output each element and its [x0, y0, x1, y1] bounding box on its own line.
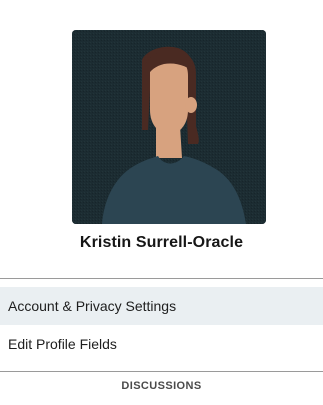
menu-item-edit-profile-fields[interactable]: Edit Profile Fields	[0, 325, 323, 363]
menu-item-account-privacy-settings[interactable]: Account & Privacy Settings	[0, 287, 323, 325]
section-header-discussions: DISCUSSIONS	[121, 380, 202, 392]
profile-menu: Account & Privacy Settings Edit Profile …	[0, 287, 323, 363]
divider	[0, 278, 323, 279]
divider	[0, 371, 323, 372]
profile-panel: Kristin Surrell-Oracle Account & Privacy…	[0, 0, 323, 405]
avatar[interactable]	[72, 30, 266, 224]
person-silhouette-icon	[72, 30, 266, 224]
user-name[interactable]: Kristin Surrell-Oracle	[0, 234, 323, 252]
